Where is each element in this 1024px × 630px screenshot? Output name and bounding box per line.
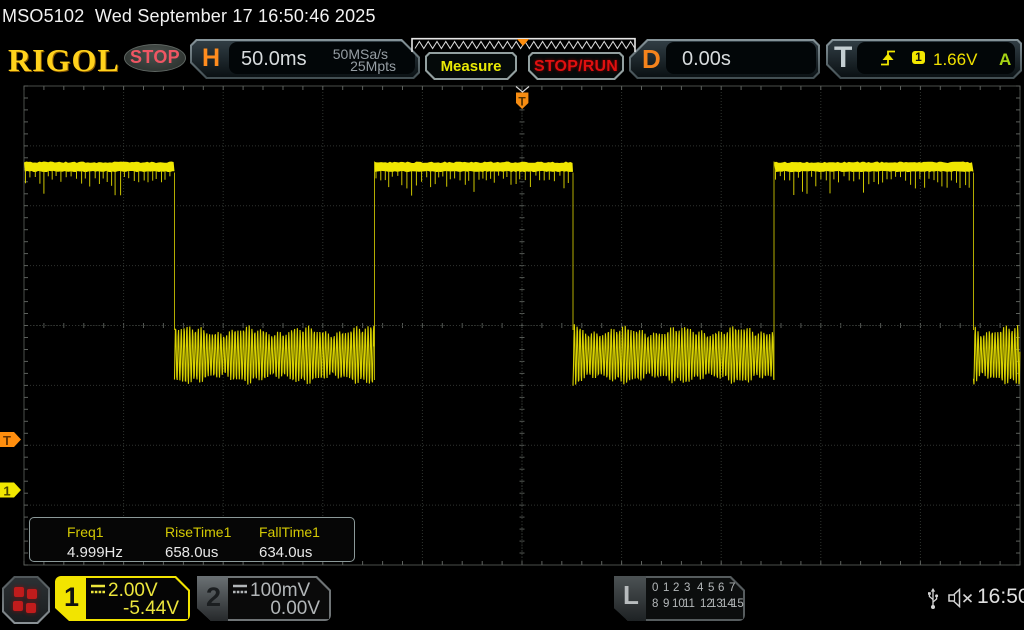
svg-text:T: T (518, 95, 526, 109)
svg-text:T: T (3, 433, 11, 448)
svg-text:1: 1 (3, 484, 10, 499)
